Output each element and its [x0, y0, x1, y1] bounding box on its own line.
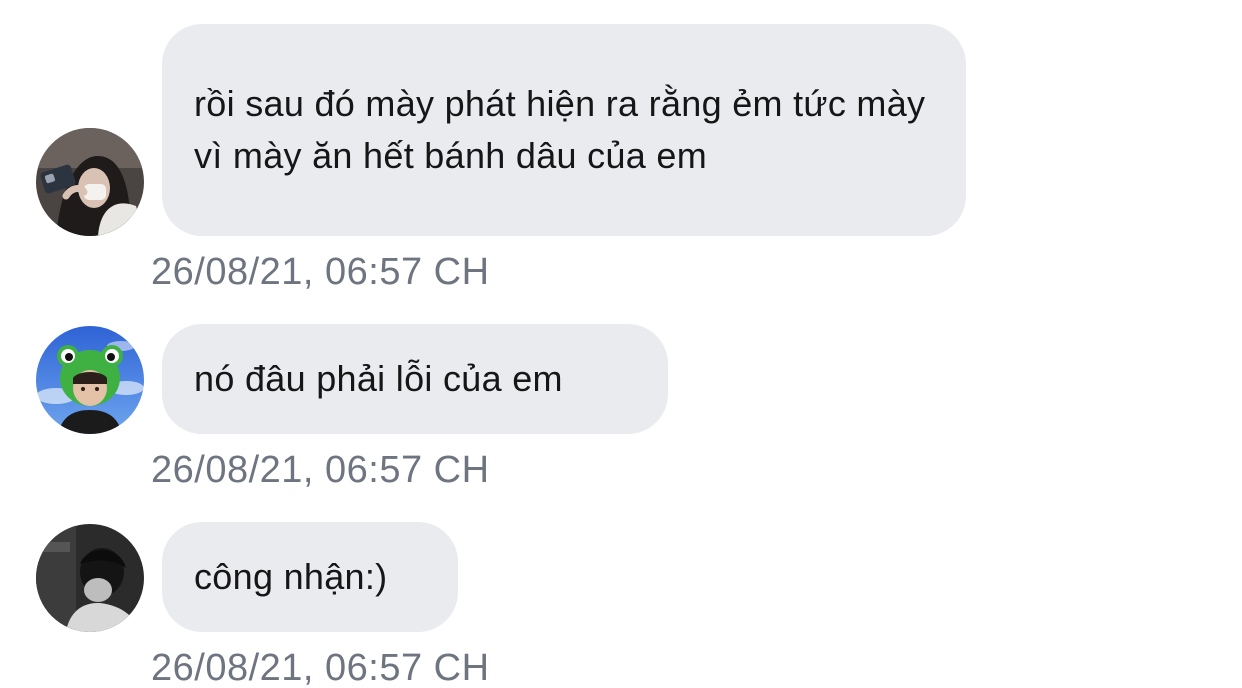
message-timestamp: 26/08/21, 06:57 CH — [151, 251, 490, 293]
avatar-frog-hat-icon[interactable] — [36, 326, 144, 434]
message-thread: rồi sau đó mày phát hiện ra rằng ẻm tức … — [0, 0, 1242, 688]
message-bubble[interactable]: rồi sau đó mày phát hiện ra rằng ẻm tức … — [162, 24, 966, 236]
avatar-girl-with-phone-icon[interactable] — [36, 128, 144, 236]
message-row: nó đâu phải lỗi của em 26/08/21, 06:57 C… — [0, 300, 1242, 500]
message-text: công nhận:) — [194, 556, 388, 597]
message-bubble[interactable]: công nhận:) — [162, 522, 458, 632]
message-timestamp: 26/08/21, 06:57 CH — [151, 449, 490, 491]
message-text: nó đâu phải lỗi của em — [194, 358, 563, 399]
avatar-monochrome-person-icon[interactable] — [36, 524, 144, 632]
message-text: rồi sau đó mày phát hiện ra rằng ẻm tức … — [194, 83, 926, 176]
message-row: rồi sau đó mày phát hiện ra rằng ẻm tức … — [0, 0, 1242, 300]
message-row: công nhận:) 26/08/21, 06:57 CH — [0, 498, 1242, 688]
message-bubble[interactable]: nó đâu phải lỗi của em — [162, 324, 668, 434]
message-timestamp: 26/08/21, 06:57 CH — [151, 647, 490, 688]
